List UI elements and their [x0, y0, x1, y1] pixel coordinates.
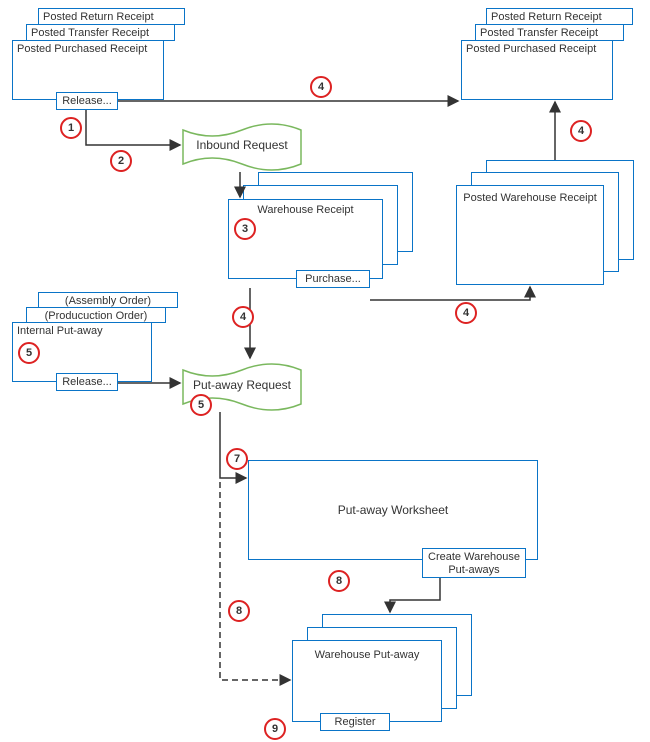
- badge-5-left: 5: [18, 342, 40, 364]
- badge-2: 2: [110, 150, 132, 172]
- badge-7: 7: [226, 448, 248, 470]
- badge-4-right: 4: [570, 120, 592, 142]
- badge-4-down: 4: [232, 306, 254, 328]
- badge-5-green: 5: [190, 394, 212, 416]
- badge-4-top: 4: [310, 76, 332, 98]
- badge-8-left: 8: [228, 600, 250, 622]
- badge-4-bottom-right: 4: [455, 302, 477, 324]
- badge-1: 1: [60, 117, 82, 139]
- badge-3: 3: [234, 218, 256, 240]
- arrows: [0, 0, 650, 742]
- badge-9: 9: [264, 718, 286, 740]
- badge-8-right: 8: [328, 570, 350, 592]
